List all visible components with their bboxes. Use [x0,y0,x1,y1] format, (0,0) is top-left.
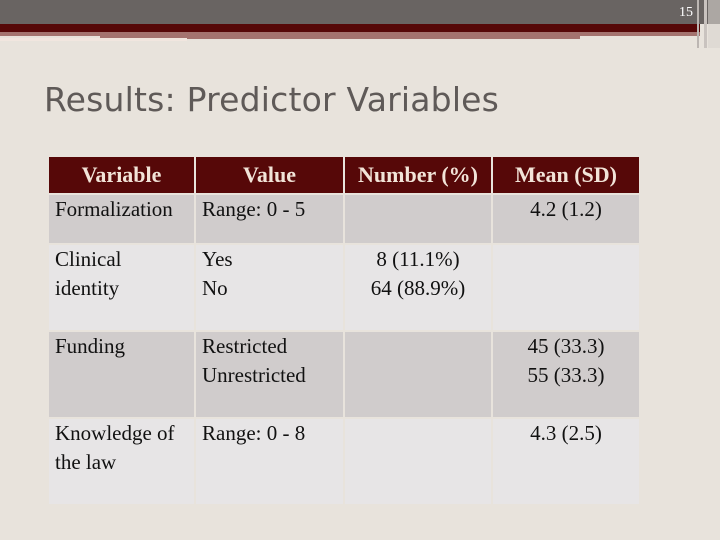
cell-text: Range: 0 - 5 [202,197,306,221]
cell-text: Formalization [55,197,173,221]
slide-number: 15 [679,5,693,20]
cell-variable: Formalization [49,195,194,243]
cell-variable: Clinical identity [49,245,194,330]
cell-text: 4.3 (2.5) [530,421,602,445]
cell-text: 64 (88.9%) [370,276,466,300]
top-accent-strip [0,38,187,41]
cell-variable: Funding [49,332,194,417]
decorative-vertical-line [697,0,699,48]
cell-value: Restricted Unrestricted [196,332,343,417]
top-accent-bar [0,24,700,32]
cell-text: Restricted [202,334,288,358]
cell-text: Clinical [55,247,122,271]
decorative-vertical-line [708,0,720,48]
cell-number [345,419,491,504]
table-row: Clinical identity Yes No 8 (11.1%) 64 (8… [49,245,639,330]
cell-text: Range: 0 - 8 [202,421,306,445]
cell-text: Knowledge of [55,421,175,445]
header-mean: Mean (SD) [493,157,639,193]
cell-text: Funding [55,334,126,358]
cell-mean: 4.3 (2.5) [493,419,639,504]
cell-value: Range: 0 - 8 [196,419,343,504]
cell-mean: 45 (33.3) 55 (33.3) [493,332,639,417]
cell-value: Range: 0 - 5 [196,195,343,243]
cell-text: Yes [202,247,233,271]
cell-number [345,332,491,417]
slide-title: Results: Predictor Variables [44,80,500,119]
cell-text: 45 (33.3) [527,334,605,358]
cell-text: 55 (33.3) [527,363,605,387]
cell-text: the law [55,450,117,474]
cell-number: 8 (11.1%) 64 (88.9%) [345,245,491,330]
top-banner [0,0,720,24]
cell-text: Unrestricted [202,363,306,387]
table-row: Knowledge of the law Range: 0 - 8 4.3 (2… [49,419,639,504]
table-row: Formalization Range: 0 - 5 4.2 (1.2) [49,195,639,243]
table-header-row: Variable Value Number (%) Mean (SD) [49,157,639,193]
header-number: Number (%) [345,157,491,193]
cell-value: Yes No [196,245,343,330]
cell-text: 8 (11.1%) [376,247,460,271]
decorative-vertical-line [704,0,707,48]
table-row: Funding Restricted Unrestricted 45 (33.3… [49,332,639,417]
cell-mean: 4.2 (1.2) [493,195,639,243]
cell-mean [493,245,639,330]
header-variable: Variable [49,157,194,193]
cell-number [345,195,491,243]
predictor-variables-table: Variable Value Number (%) Mean (SD) Form… [47,155,641,506]
cell-text: identity [55,276,120,300]
header-value: Value [196,157,343,193]
cell-text: No [202,276,228,300]
cell-variable: Knowledge of the law [49,419,194,504]
cell-text: 4.2 (1.2) [530,197,602,221]
